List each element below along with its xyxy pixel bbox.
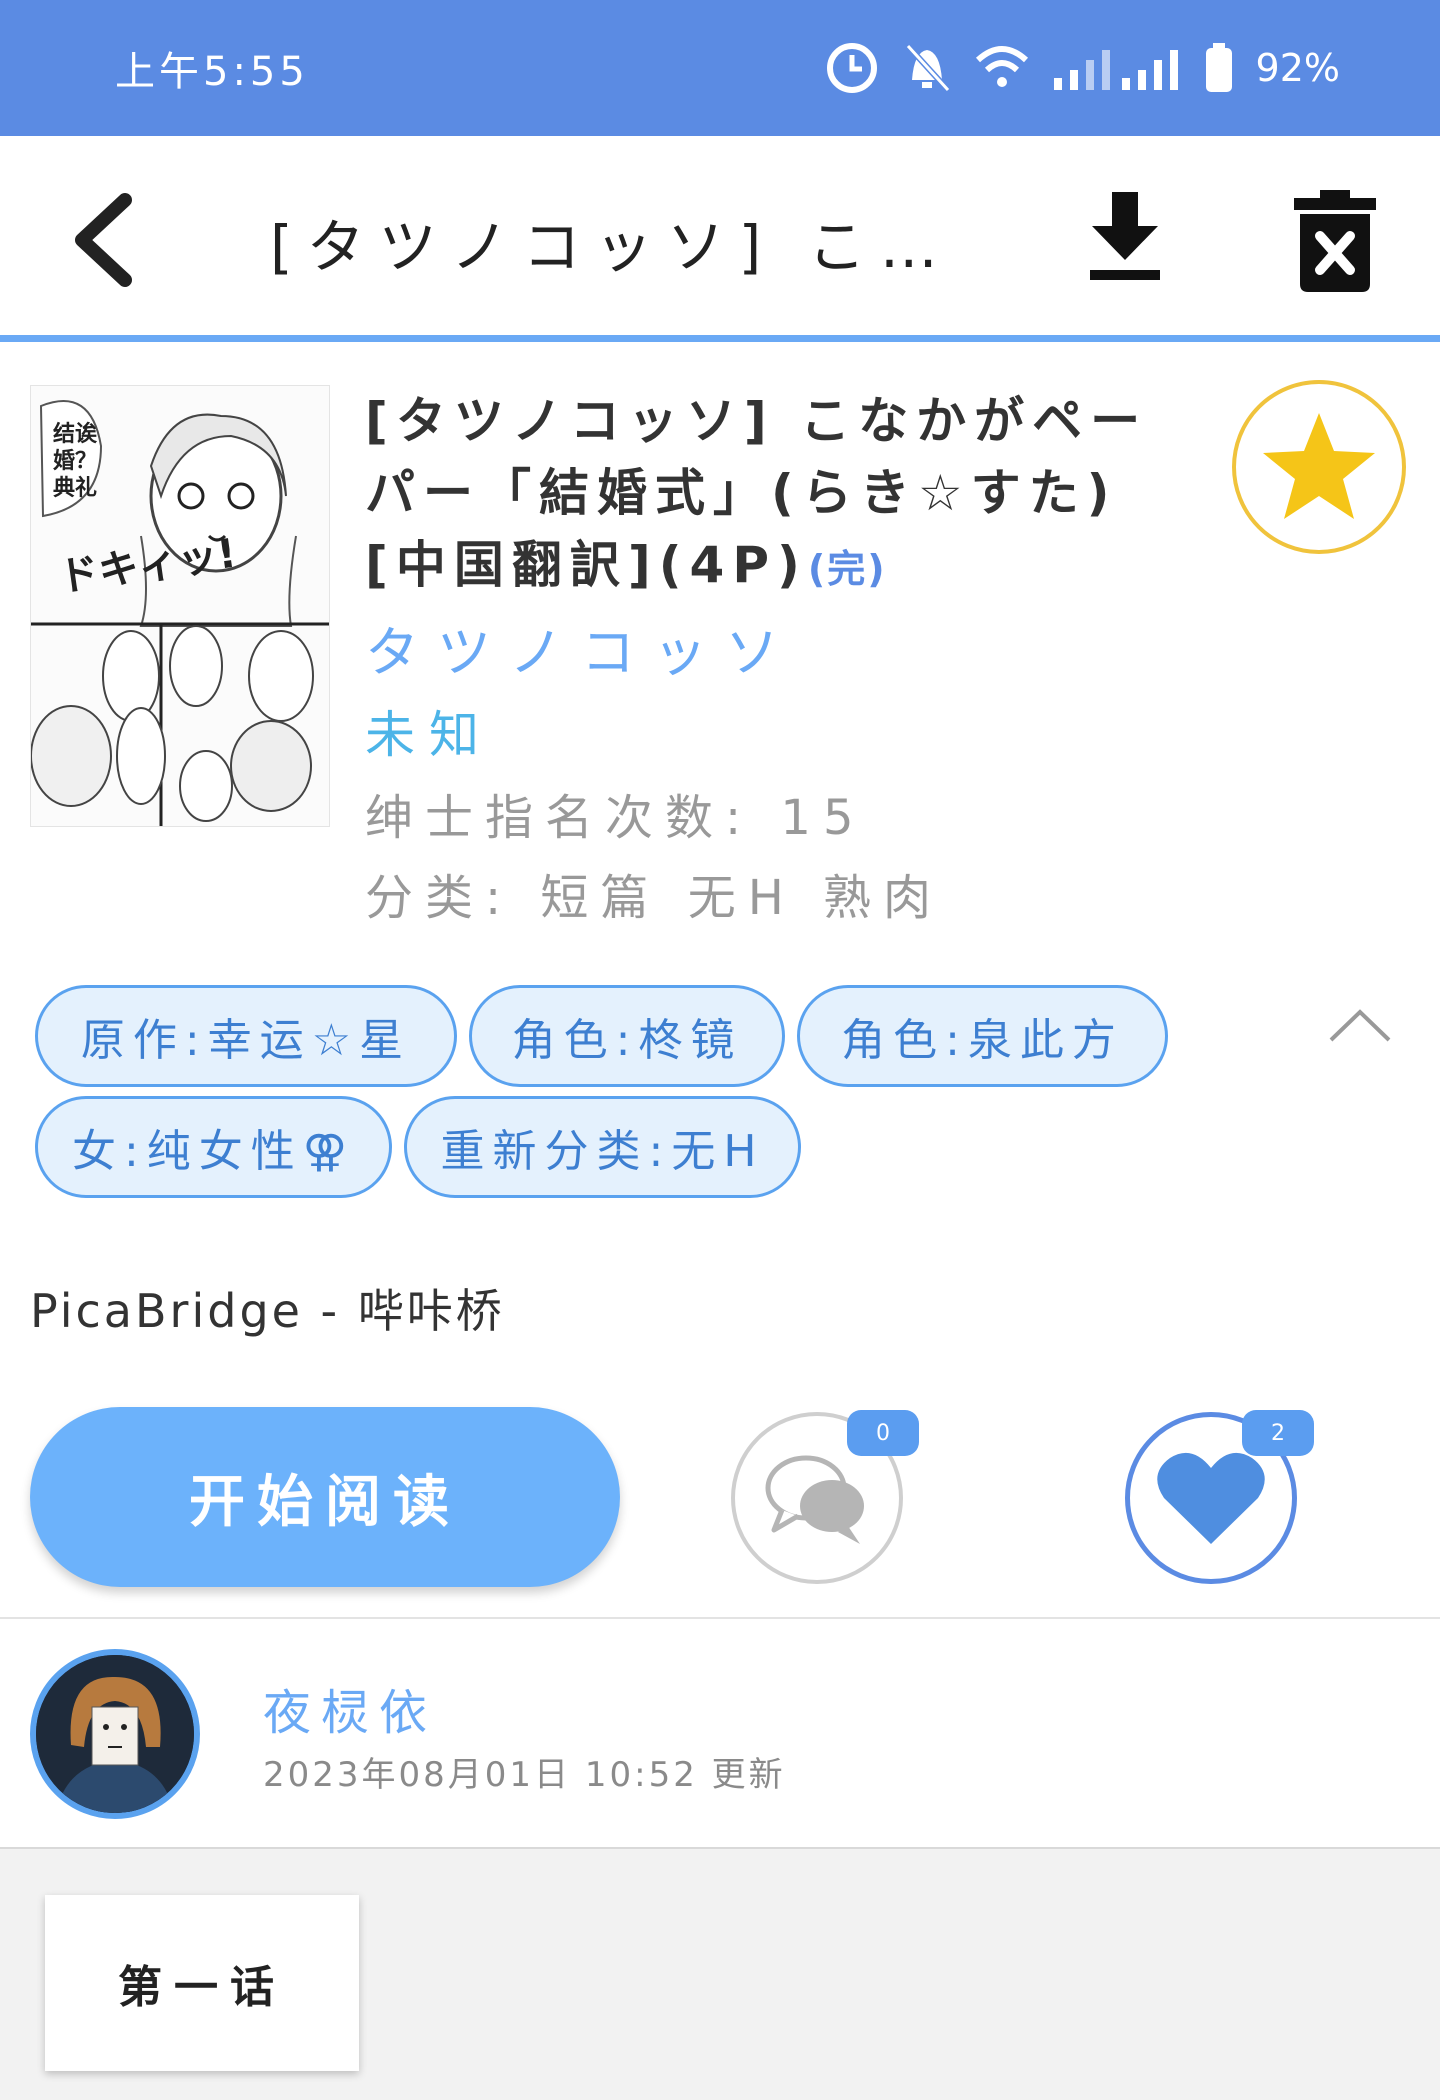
signal-icon	[1052, 44, 1182, 92]
uploader-name[interactable]: 夜棂依	[263, 1673, 437, 1743]
alarm-icon	[824, 40, 880, 96]
favorite-button[interactable]	[1232, 380, 1406, 554]
author-link[interactable]: タツノコッソ	[365, 608, 797, 687]
start-reading-button[interactable]: 开始阅读	[30, 1407, 620, 1587]
star-icon	[1263, 413, 1375, 519]
svg-text:婚？: 婚？	[53, 448, 97, 474]
update-time: 2023年08月01日 10:52 更新	[263, 1755, 786, 1795]
collapse-tags-button[interactable]	[1325, 1000, 1395, 1050]
source-label: PicaBridge - 哔咔桥	[30, 1284, 505, 1338]
back-button[interactable]	[60, 188, 150, 288]
status-icons: 92%	[824, 40, 1340, 96]
uploader-row[interactable]: 夜棂依 2023年08月01日 10:52 更新	[0, 1619, 1440, 1847]
comments-count-badge: 0	[847, 1410, 919, 1456]
chevron-left-icon	[75, 193, 132, 287]
tag-chip[interactable]: 女:纯女性⚢	[35, 1096, 392, 1198]
heart-icon	[1157, 1452, 1265, 1544]
translator-link[interactable]: 未知	[365, 695, 493, 767]
status-time: 上午5:55	[115, 49, 309, 95]
svg-text:结诶: 结诶	[53, 421, 98, 447]
status-bar: 上午5:55 92%	[0, 0, 1440, 136]
wifi-icon	[974, 44, 1030, 92]
notifications-off-icon	[902, 40, 952, 96]
tag-chip[interactable]: 角色:泉此方	[797, 985, 1168, 1087]
episode-button[interactable]: 第一话	[45, 1895, 359, 2071]
delete-button[interactable]	[1290, 186, 1380, 296]
download-icon	[1090, 192, 1160, 280]
comic-title-text: [タツノコッソ] こなかがペーパー「結婚式」(らき☆すた) [中国翻訳](4P)	[365, 392, 1149, 594]
categories-label[interactable]: 分类: 短篇 无H 熟肉	[365, 858, 943, 928]
views-count: 绅士指名次数: 15	[365, 790, 866, 846]
svg-text:典礼: 典礼	[53, 475, 97, 501]
tag-chip[interactable]: 重新分类:无H	[404, 1096, 801, 1198]
episode-list: 第一话	[0, 1847, 1440, 2100]
app-bar: [タツノコッソ] こ…	[0, 136, 1440, 342]
comic-cover[interactable]: 结诶 婚？ 典礼 ドキィッ!	[30, 385, 330, 827]
battery-icon	[1204, 43, 1234, 93]
battery-percent: 92%	[1255, 46, 1340, 90]
comments-icon	[765, 1455, 864, 1544]
tag-chip[interactable]: 原作:幸运☆星	[35, 985, 457, 1087]
comic-title: [タツノコッソ] こなかがペーパー「結婚式」(らき☆すた) [中国翻訳](4P)…	[365, 385, 1185, 605]
download-button[interactable]	[1080, 186, 1170, 286]
finished-label: (完)	[807, 547, 887, 591]
tag-chip[interactable]: 角色:柊镜	[469, 985, 785, 1087]
chevron-up-icon	[1329, 1009, 1391, 1042]
cover-image: 结诶 婚？ 典礼 ドキィッ!	[31, 386, 329, 826]
likes-count-badge: 2	[1242, 1410, 1314, 1456]
trash-icon	[1294, 190, 1376, 292]
page-title: [タツノコッソ] こ…	[270, 213, 952, 281]
avatar[interactable]	[30, 1649, 200, 1819]
